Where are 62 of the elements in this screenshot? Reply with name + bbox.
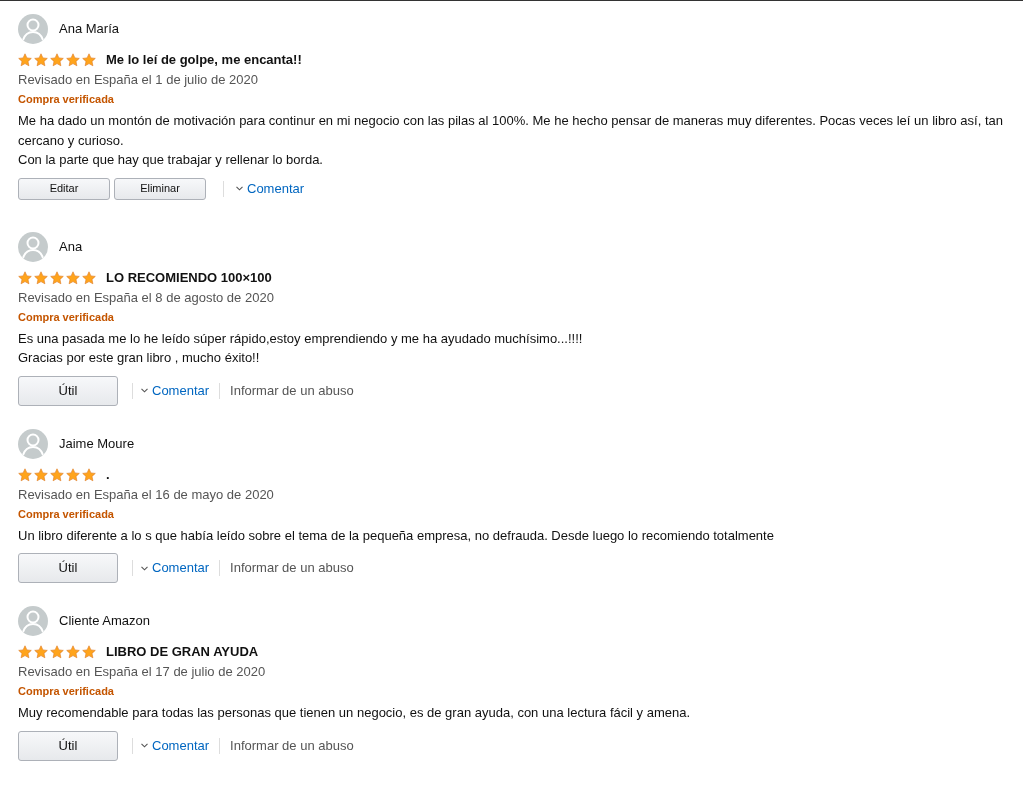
chevron-icon — [141, 743, 148, 748]
review-text: Muy recomendable para todas las personas que tienen un negocio, es de gran ayuda, con una lectura fácil y amena. — [18, 704, 692, 722]
avatar-icon — [18, 231, 48, 262]
star-icon — [34, 53, 48, 67]
star-icon — [82, 53, 96, 67]
chevron-icon — [141, 388, 148, 393]
star-icon — [18, 645, 32, 659]
review-date: Revisado en España el 17 de julio de 2020 — [18, 663, 267, 681]
review-text: Con la parte que hay que trabajar y rellenar lo borda. — [18, 151, 324, 169]
chevron-icon — [236, 186, 243, 191]
review-date: Revisado en España el 8 de agosto de 2020 — [18, 288, 275, 307]
action-button[interactable]: Eliminar — [114, 177, 206, 200]
comment-link[interactable]: Comentar — [236, 178, 305, 199]
star-icon — [66, 53, 80, 67]
review-text: Me ha dado un montón de motivación para continur en mi negocio con las pilas al 100%. Me he hecho pensar de maneras muy diferentes. Pocas veces leí un libro así, tan cercano y curioso. — [18, 112, 1004, 150]
star-icon — [34, 467, 48, 482]
report-link[interactable]: Informar de un abuso — [230, 558, 354, 578]
review-title: LIBRO DE GRAN AYUDA — [106, 643, 259, 662]
star-icon — [66, 270, 80, 285]
review-text: Gracias por este gran libro , mucho éxito!! — [18, 349, 261, 367]
star-icon — [34, 270, 48, 285]
review-title: LO RECOMIENDO 100×100 — [106, 268, 272, 287]
verified-label: Compra verificada — [18, 309, 114, 325]
review-title: Me lo leí de golpe, me encanta!! — [106, 51, 302, 70]
verified-label: Compra verificada — [18, 92, 114, 107]
star-icon — [18, 270, 32, 285]
star-icon — [18, 53, 32, 67]
chevron-icon — [141, 565, 148, 571]
comment-link[interactable]: Comentar — [141, 380, 210, 401]
avatar-icon — [18, 606, 48, 636]
helpful-button[interactable]: Útil — [18, 553, 118, 583]
star-icon — [50, 467, 64, 482]
avatar-icon — [18, 428, 48, 459]
star-icon — [66, 467, 80, 482]
review-date: Revisado en España el 1 de julio de 2020 — [18, 71, 259, 89]
verified-label: Compra verificada — [18, 506, 114, 522]
reviewer-name: Cliente Amazon — [59, 612, 151, 631]
review-text: Es una pasada me lo he leído súper rápido,estoy emprendiendo y me ha ayudado muchísimo...!!!! — [18, 329, 584, 348]
reviewer-name: Jaime Moure — [59, 434, 135, 453]
review-title: . — [106, 465, 110, 484]
helpful-button[interactable]: Útil — [18, 375, 118, 406]
star-icon — [66, 645, 80, 659]
avatar-icon — [18, 14, 48, 44]
reviewer-name: Ana María — [59, 20, 119, 39]
star-icon — [82, 645, 96, 659]
comment-link[interactable]: Comentar — [141, 558, 210, 578]
star-icon — [50, 53, 64, 67]
comment-link[interactable]: Comentar — [141, 735, 210, 756]
action-button[interactable]: Editar — [18, 177, 110, 200]
report-link[interactable]: Informar de un abuso — [230, 380, 354, 401]
star-icon — [82, 467, 96, 482]
reviewer-name: Ana — [59, 237, 83, 256]
star-icon — [34, 645, 48, 659]
star-icon — [82, 270, 96, 285]
review-date: Revisado en España el 16 de mayo de 2020 — [18, 485, 275, 504]
verified-label: Compra verificada — [18, 684, 114, 699]
helpful-button[interactable]: Útil — [18, 730, 118, 761]
review-text: Un libro diferente a lo s que había leído sobre el tema de la pequeña empresa, no defrauda. Desde luego lo recomiendo totalmente — [18, 526, 775, 545]
star-icon — [50, 645, 64, 659]
star-icon — [50, 270, 64, 285]
report-link[interactable]: Informar de un abuso — [230, 735, 354, 756]
star-icon — [18, 467, 32, 482]
